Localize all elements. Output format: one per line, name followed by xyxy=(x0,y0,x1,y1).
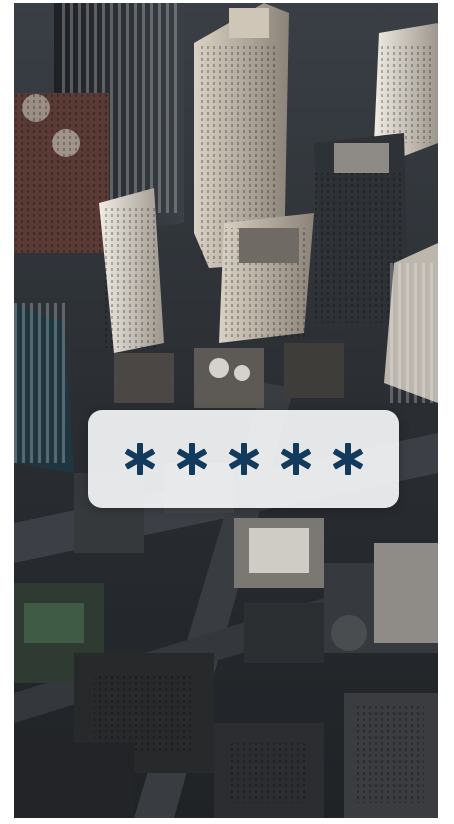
asterisk-icon xyxy=(278,441,314,477)
passcode-field[interactable] xyxy=(88,410,399,508)
asterisk-icon xyxy=(174,441,210,477)
asterisk-icon xyxy=(226,441,262,477)
lock-screen xyxy=(14,3,438,818)
asterisk-icon xyxy=(330,441,366,477)
asterisk-icon xyxy=(122,441,158,477)
passcode-mask-dots xyxy=(122,441,366,477)
